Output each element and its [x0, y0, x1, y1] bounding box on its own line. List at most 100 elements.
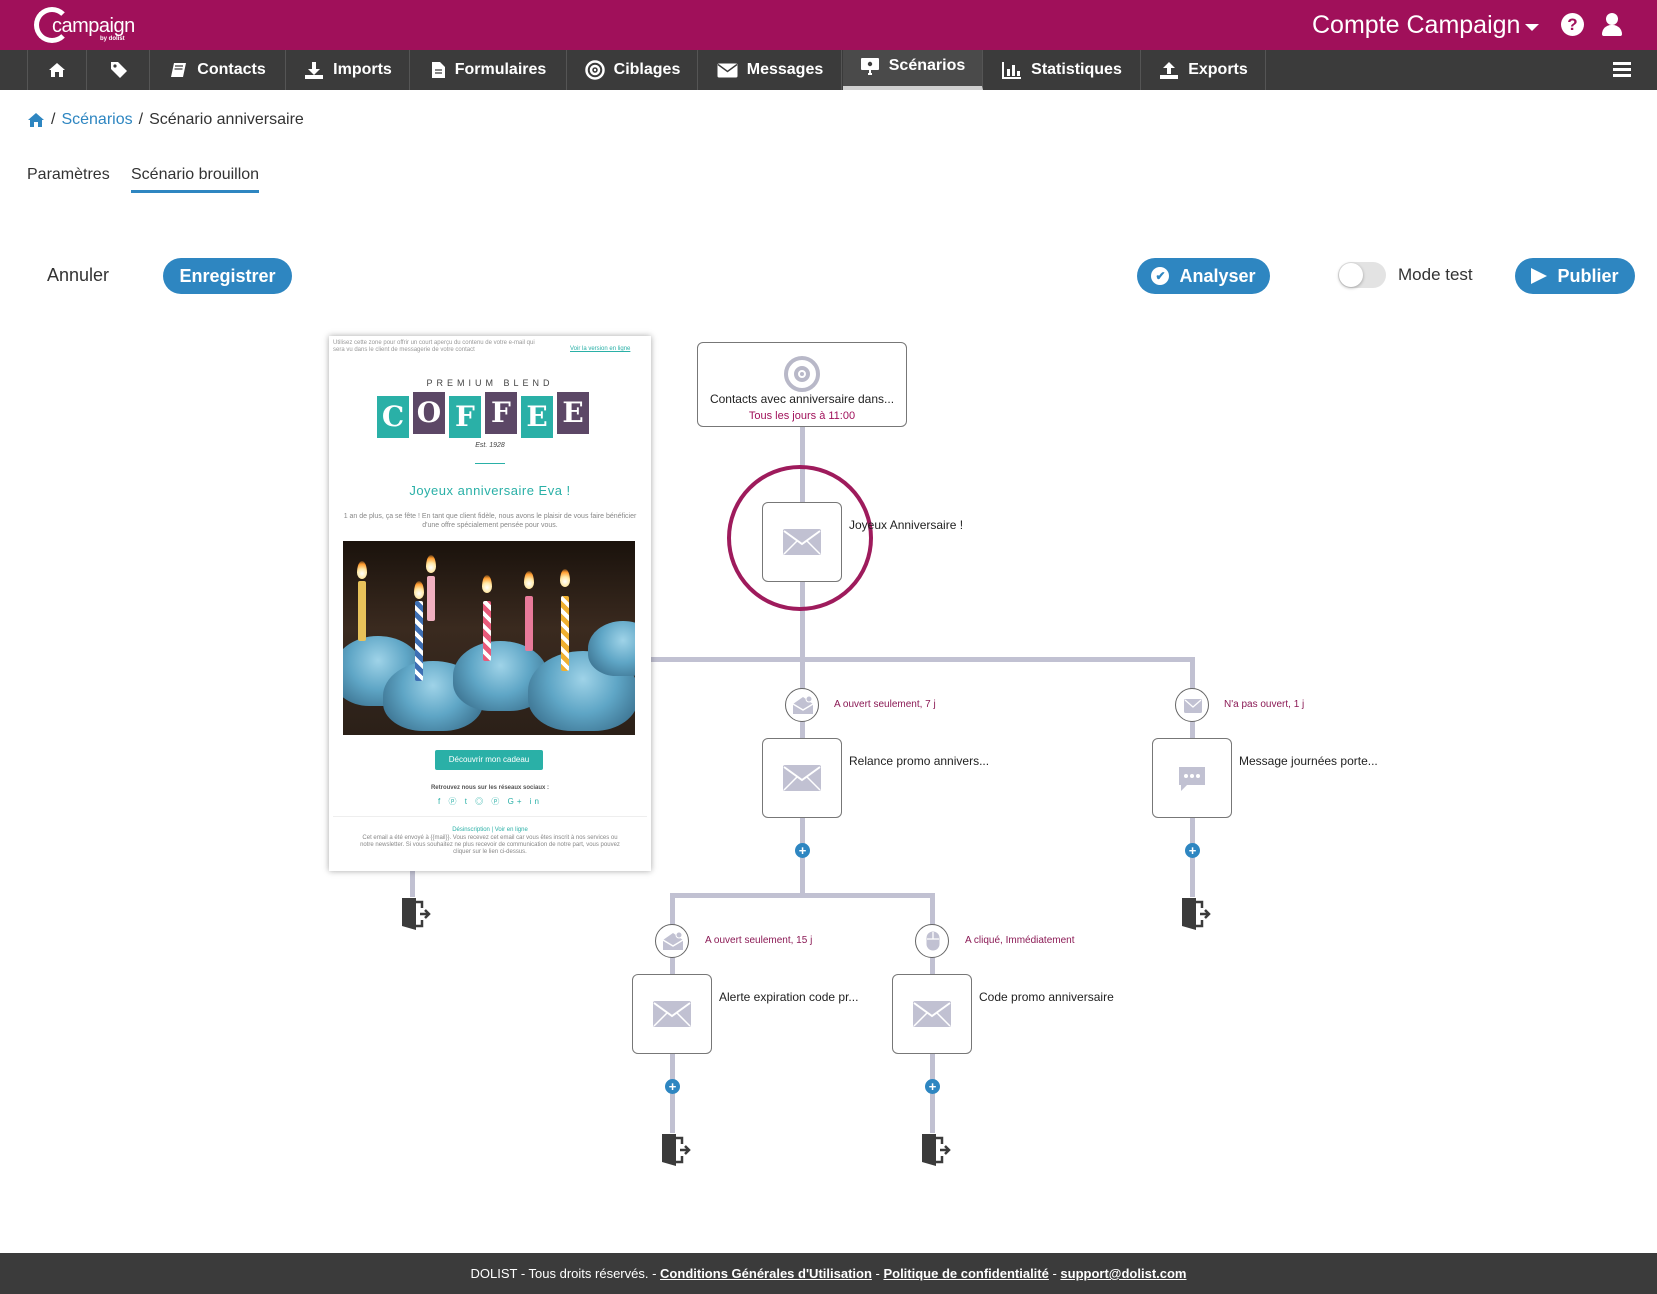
- publish-label: Publier: [1557, 265, 1619, 286]
- message-node-alerte[interactable]: [632, 974, 712, 1054]
- logo-text: campaign: [52, 15, 135, 37]
- logo-sub: by dolist: [100, 36, 125, 42]
- preview-title: Joyeux anniversaire Eva !: [409, 483, 571, 498]
- preview-divider: [333, 816, 647, 817]
- message-node-code-promo[interactable]: [892, 974, 972, 1054]
- nav-scenarios[interactable]: Scénarios: [843, 50, 983, 90]
- condition-click[interactable]: [915, 924, 949, 958]
- message-label-root: Joyeux Anniversaire !: [849, 518, 964, 532]
- exit-icon: [922, 1134, 951, 1166]
- download-icon: [305, 62, 324, 79]
- publish-button[interactable]: Publier: [1515, 258, 1635, 294]
- highlight-ring: [727, 465, 873, 611]
- preview-cta-button[interactable]: Découvrir mon cadeau: [435, 750, 543, 770]
- message-node-journees[interactable]: [1152, 738, 1232, 818]
- coffee-letter: C: [377, 396, 409, 438]
- question-circle-icon[interactable]: ?: [1561, 13, 1584, 36]
- save-button[interactable]: Enregistrer: [163, 258, 292, 294]
- condition-label: A ouvert seulement, 15 j: [705, 935, 813, 946]
- coffee-letter: F: [449, 396, 481, 438]
- breadcrumb-separator: /: [138, 111, 144, 128]
- trigger-title: Contacts avec anniversaire dans...: [709, 392, 895, 406]
- preview-social-title: Retrouvez nous sur les réseaux sociaux :: [430, 785, 550, 791]
- hamburger-icon[interactable]: [1613, 62, 1631, 77]
- envelope-icon: [913, 1001, 951, 1027]
- analyze-label: Analyser: [1179, 265, 1256, 286]
- nav-messages[interactable]: Messages: [699, 50, 842, 90]
- main-nav: Contacts Imports Formulaires Ciblages Me…: [0, 50, 1657, 90]
- tab-scenario-brouillon[interactable]: Scénario brouillon: [131, 166, 260, 193]
- nav-label: Contacts: [197, 61, 266, 78]
- preview-preheader: Utilisez cette zone pour offrir un court…: [333, 340, 535, 353]
- condition-open[interactable]: [785, 688, 819, 722]
- condition-label: N'a pas ouvert, 1 j: [1224, 699, 1305, 710]
- condition-open[interactable]: [655, 924, 689, 958]
- footer-cgu-link[interactable]: Conditions Générales d'Utilisation: [660, 1266, 872, 1281]
- nav-label: Statistiques: [1031, 61, 1122, 78]
- coffee-logo: C O F F E E: [377, 392, 601, 438]
- footer-sep: -: [1048, 1266, 1061, 1281]
- add-step-button[interactable]: +: [925, 1079, 940, 1094]
- cancel-button[interactable]: Annuler: [47, 265, 109, 286]
- nav-label: Formulaires: [454, 61, 547, 78]
- nav-home[interactable]: [27, 50, 87, 90]
- nav-imports[interactable]: Imports: [287, 50, 410, 90]
- preview-est: Est. 1928: [475, 442, 505, 449]
- campaign-logo[interactable]: campaign by dolist: [34, 5, 135, 45]
- envelope-icon: [1184, 699, 1202, 713]
- preview-blend: PREMIUM BLEND: [426, 378, 554, 388]
- file-icon: [431, 62, 445, 78]
- footer-copyright: DOLIST - Tous droits réservés. -: [470, 1266, 657, 1281]
- footer-privacy-link[interactable]: Politique de confidentialité: [883, 1266, 1048, 1281]
- message-label: Code promo anniversaire: [979, 990, 1114, 1004]
- preview-social-icons: f ⓟ t ◎ ⓟ G+ in: [438, 797, 542, 806]
- email-preview: Utilisez cette zone pour offrir un court…: [329, 336, 651, 871]
- account-name[interactable]: Compte Campaign: [1312, 11, 1520, 40]
- preview-unsubscribe[interactable]: Désinscription | Voir en ligne: [329, 827, 651, 833]
- exit-icon: [402, 898, 431, 930]
- message-label: Relance promo annivers...: [849, 754, 990, 768]
- save-label: Enregistrer: [179, 265, 276, 286]
- target-icon: [584, 60, 605, 80]
- nav-label: Messages: [746, 61, 824, 78]
- sms-icon: [1179, 767, 1205, 791]
- nav-exports[interactable]: Exports: [1142, 50, 1266, 90]
- nav-ciblages[interactable]: Ciblages: [568, 50, 698, 90]
- mode-test-toggle[interactable]: [1338, 262, 1386, 288]
- condition-label: A cliqué, Immédiatement: [965, 935, 1075, 946]
- nav-label: Imports: [333, 61, 392, 78]
- footer-sep: -: [871, 1266, 884, 1281]
- add-step-button[interactable]: +: [1185, 843, 1200, 858]
- tab-parametres[interactable]: Paramètres: [27, 166, 110, 184]
- chevron-down-icon[interactable]: [1525, 24, 1539, 31]
- coffee-letter: F: [485, 392, 517, 434]
- book-icon: [171, 63, 187, 77]
- send-icon: [1531, 268, 1548, 284]
- sitemap-icon: [860, 58, 879, 75]
- nav-statistiques[interactable]: Statistiques: [984, 50, 1141, 90]
- add-step-button[interactable]: +: [665, 1079, 680, 1094]
- nav-label: Ciblages: [613, 61, 681, 78]
- home-icon[interactable]: [27, 112, 45, 128]
- add-step-button[interactable]: +: [795, 843, 810, 858]
- message-label: Alerte expiration code pr...: [719, 990, 859, 1004]
- home-icon: [49, 63, 65, 77]
- condition-not-open[interactable]: [1175, 688, 1209, 722]
- message-node-relance[interactable]: [762, 738, 842, 818]
- user-icon[interactable]: [1601, 13, 1623, 37]
- condition-label: A ouvert seulement, 7 j: [834, 699, 936, 710]
- trigger-node[interactable]: Contacts avec anniversaire dans... Tous …: [697, 342, 907, 427]
- mode-test-label: Mode test: [1398, 265, 1473, 284]
- mouse-icon: [926, 931, 940, 951]
- check-circle-icon: ✔: [1151, 267, 1170, 285]
- footer-support-link[interactable]: support@dolist.com: [1060, 1266, 1186, 1281]
- nav-formulaires[interactable]: Formulaires: [411, 50, 567, 90]
- nav-tags[interactable]: [88, 50, 150, 90]
- preview-online-link[interactable]: Voir la version en ligne: [570, 346, 630, 352]
- breadcrumb-current: Scénario anniversaire: [149, 111, 304, 128]
- nav-contacts[interactable]: Contacts: [151, 50, 286, 90]
- analyze-button[interactable]: ✔ Analyser: [1137, 258, 1270, 294]
- envelope-icon: [653, 1001, 691, 1027]
- breadcrumb-link-scenarios[interactable]: Scénarios: [61, 111, 132, 129]
- trigger-schedule: Tous les jours à 11:00: [748, 410, 856, 422]
